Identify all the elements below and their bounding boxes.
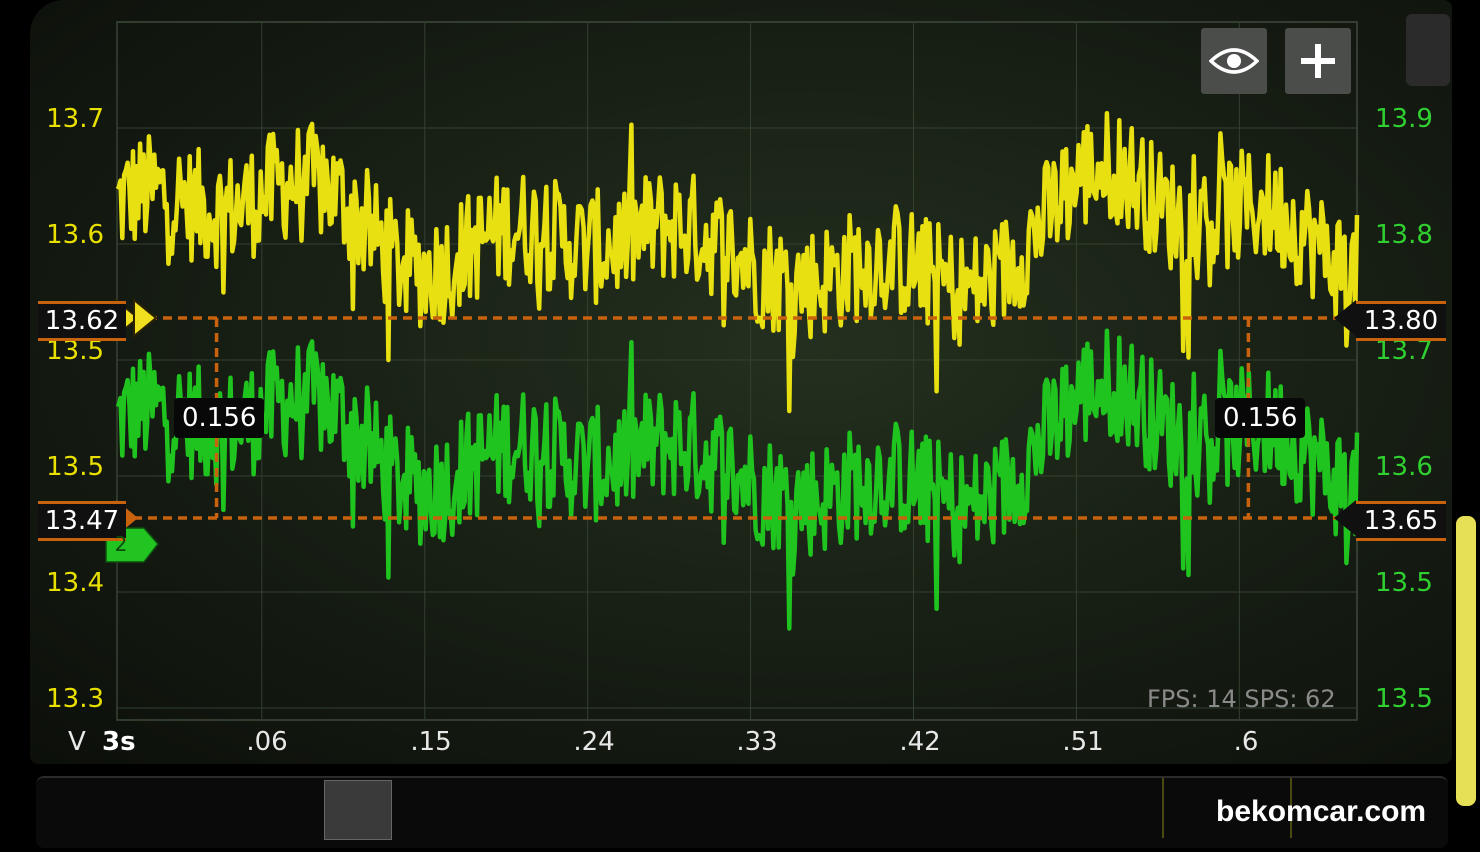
right-tick-6: 13.5	[1375, 684, 1433, 714]
eye-icon	[1209, 48, 1259, 74]
series-line-1	[115, 111, 1360, 414]
x-tick-5: .42	[899, 727, 941, 757]
x-tick-6: .51	[1062, 727, 1104, 757]
x-tick-7: .6	[1233, 727, 1259, 757]
cursor-delta-left: 0.156	[174, 398, 265, 438]
grid	[116, 21, 1358, 721]
yellow-right-marker[interactable]: 13.80	[1356, 301, 1446, 341]
visibility-button[interactable]	[1201, 28, 1267, 94]
add-button[interactable]	[1285, 28, 1351, 94]
series-line-2	[115, 328, 1360, 631]
x-tick-3: .24	[573, 727, 615, 757]
plus-icon	[1301, 44, 1335, 78]
cursor-delta-right: 0.156	[1215, 398, 1306, 438]
x-start-label: 3s	[102, 727, 136, 757]
x-axis-unit-label: V	[68, 727, 86, 757]
x-tick-2: .15	[410, 727, 452, 757]
watermark: bekomcar.com	[1216, 795, 1427, 828]
series-layer	[115, 111, 1360, 631]
series-2-badge: 2	[114, 532, 128, 556]
yellow-marker-arrow-2	[133, 297, 158, 339]
right-tick-4: 13.6	[1375, 452, 1433, 482]
x-tick-4: .33	[736, 727, 778, 757]
right-tick-5: 13.5	[1375, 568, 1433, 598]
left-tick-3: 13.5	[46, 336, 104, 366]
green-right-marker[interactable]: 13.65	[1356, 501, 1446, 541]
fps-status: FPS: 14 SPS: 62	[1147, 685, 1336, 713]
right-tick-1: 13.9	[1375, 104, 1433, 134]
left-tick-2: 13.6	[46, 220, 104, 250]
left-tick-4: 13.5	[46, 452, 104, 482]
yellow-left-marker[interactable]: 13.62	[38, 301, 126, 341]
x-tick-1: .06	[246, 727, 288, 757]
timeline-divider	[1162, 778, 1164, 838]
plot-border	[116, 21, 1358, 721]
right-tick-3: 13.7	[1375, 336, 1433, 366]
left-tick-5: 13.4	[46, 568, 104, 598]
right-tick-2: 13.8	[1375, 220, 1433, 250]
timeline-thumb[interactable]	[324, 780, 392, 840]
vertical-scrollbar[interactable]	[1456, 516, 1476, 806]
left-tick-6: 13.3	[46, 684, 104, 714]
left-tick-1: 13.7	[46, 104, 104, 134]
